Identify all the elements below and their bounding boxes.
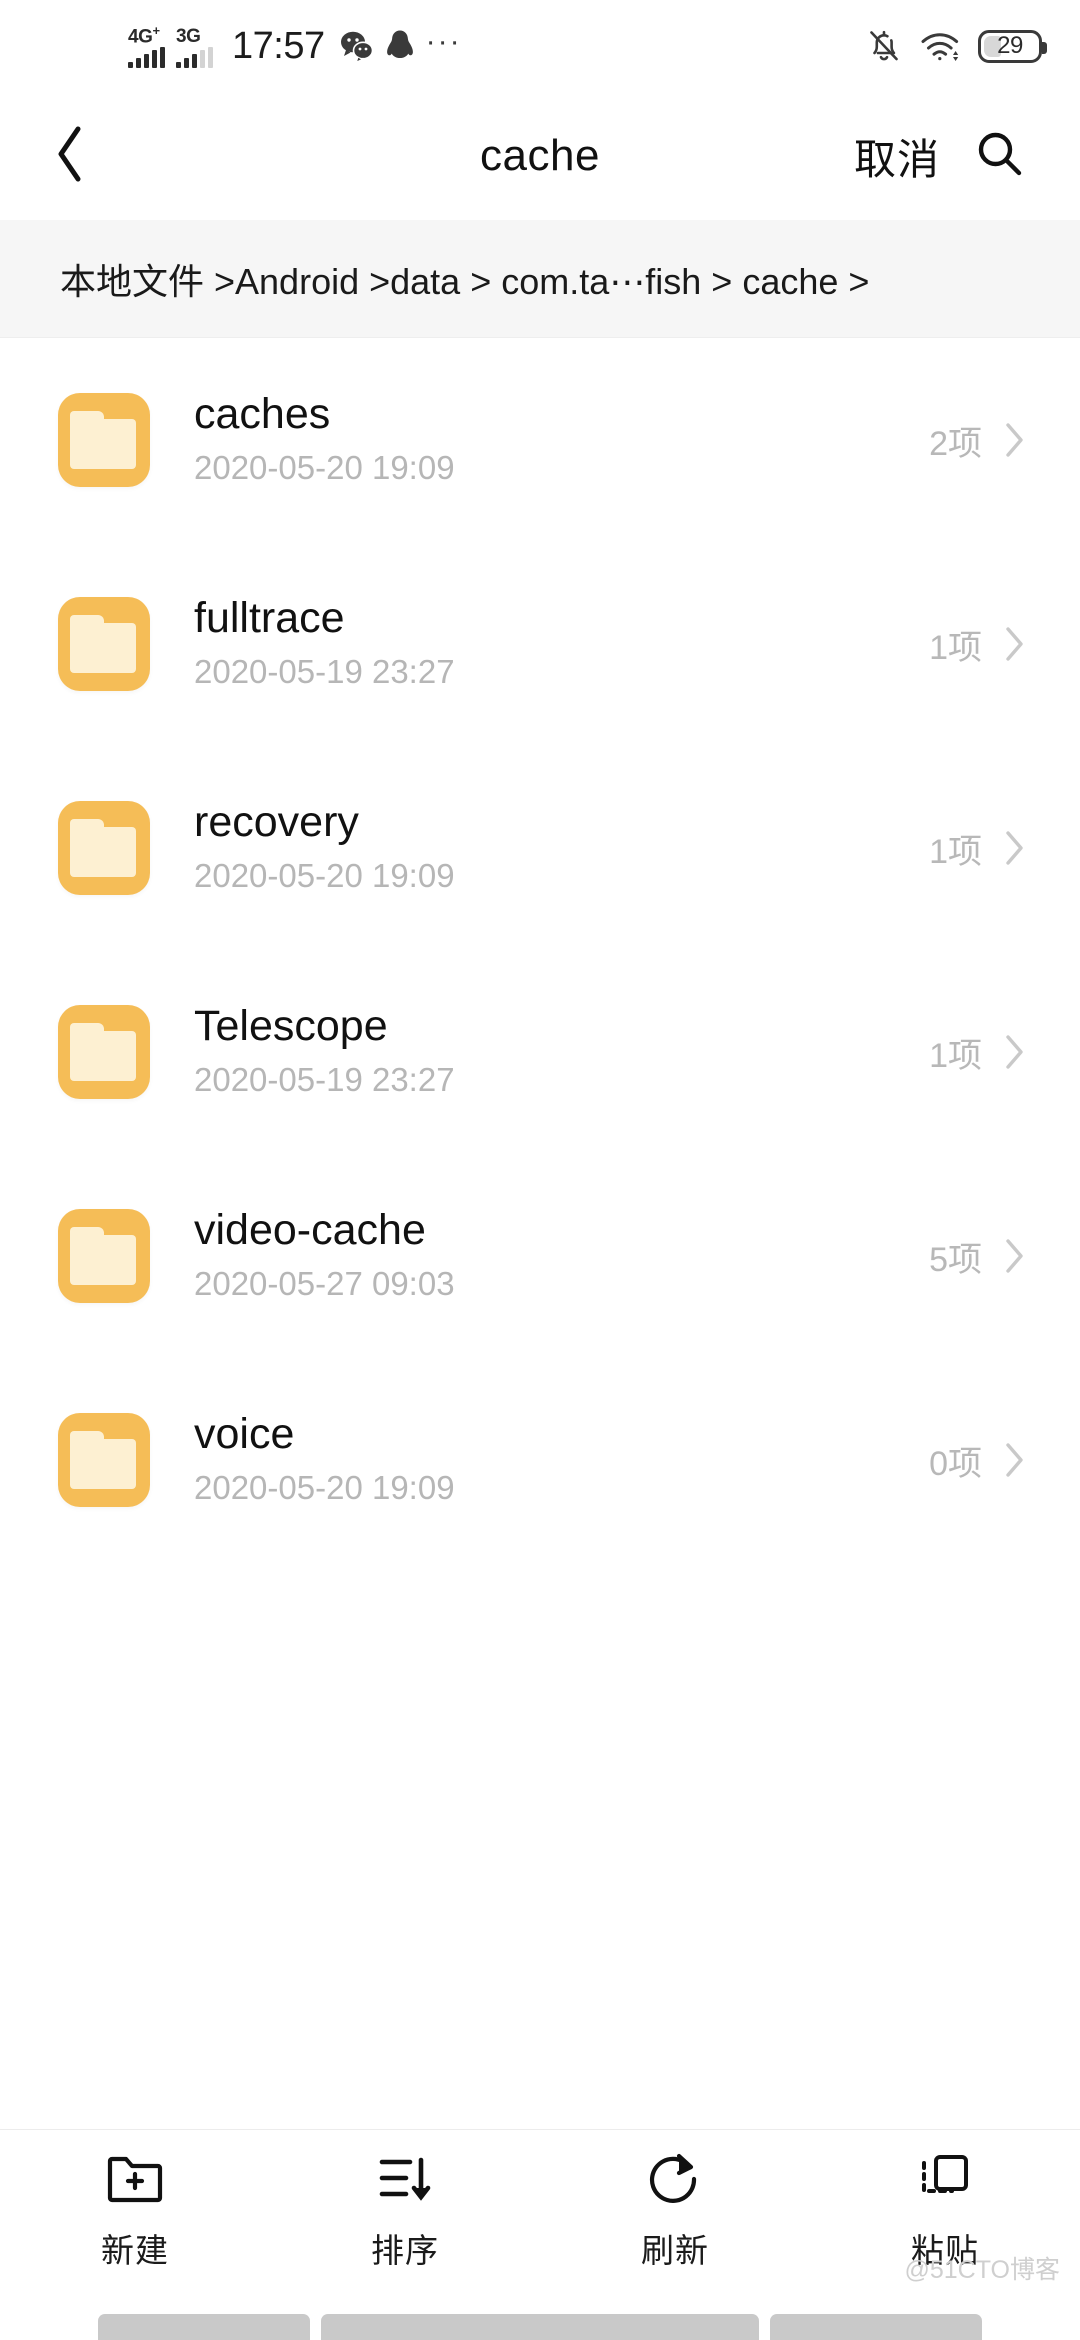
refresh-button[interactable]: 刷新: [540, 2148, 810, 2272]
folder-icon: [58, 597, 150, 691]
list-item-meta: 1项: [929, 620, 1026, 669]
refresh-icon: [646, 2148, 704, 2210]
table-row[interactable]: video-cache 2020-05-27 09:03 5项: [0, 1154, 1080, 1358]
battery-icon: 29: [978, 29, 1047, 63]
table-row[interactable]: voice 2020-05-20 19:09 0项: [0, 1358, 1080, 1562]
folder-item-count: 5项: [929, 1240, 982, 1279]
signal-4g-plus: +: [152, 22, 161, 38]
folder-item-count: 1项: [929, 832, 982, 871]
folder-item-count: 1项: [929, 628, 982, 667]
folder-name: voice: [194, 1410, 295, 1458]
folder-icon: [58, 1005, 150, 1099]
wechat-icon: [340, 29, 374, 63]
list-item-meta: 0项: [929, 1436, 1026, 1485]
signal-bars-secondary: [176, 47, 213, 68]
signal-4g-label: 4G: [128, 26, 153, 47]
signal-bars-primary: [128, 47, 165, 68]
new-folder-label: 新建: [101, 2232, 169, 2269]
folder-item-count: 1项: [929, 1036, 982, 1075]
battery-percent-label: 29: [997, 32, 1023, 59]
list-item-text: caches 2020-05-20 19:09: [150, 388, 929, 492]
chevron-right-icon: [1004, 1237, 1026, 1275]
list-item-text: voice 2020-05-20 19:09: [150, 1408, 929, 1512]
header-actions: 取消: [854, 126, 1080, 187]
list-item-meta: 1项: [929, 1028, 1026, 1077]
folder-name: recovery: [194, 798, 359, 846]
list-item-text: fulltrace 2020-05-19 23:27: [150, 592, 929, 696]
status-bar-left: 4G+ 3G 17:57 ···: [128, 22, 462, 68]
status-bar-clock: 17:57: [232, 24, 325, 67]
folder-date: 2020-05-20 19:09: [194, 857, 455, 894]
nav-home-pill[interactable]: [321, 2314, 759, 2340]
more-dots-icon: ···: [425, 25, 462, 58]
table-row[interactable]: Telescope 2020-05-19 23:27 1项: [0, 950, 1080, 1154]
qq-icon: [385, 29, 415, 63]
folder-icon: [58, 1413, 150, 1507]
breadcrumb-path: 本地文件 >Android >data > com.ta⋯fish > cach…: [60, 260, 870, 302]
list-item-meta: 1项: [929, 824, 1026, 873]
chevron-right-icon: [1004, 829, 1026, 867]
chevron-right-icon: [1004, 1033, 1026, 1071]
folder-plus-icon: [105, 2148, 165, 2210]
folder-name: fulltrace: [194, 594, 345, 642]
bell-muted-icon: [866, 27, 902, 65]
search-icon[interactable]: [974, 128, 1026, 185]
sort-descending-icon: [376, 2148, 434, 2210]
folder-date: 2020-05-20 19:09: [194, 1469, 455, 1506]
back-chevron-icon: [49, 123, 91, 190]
wifi-icon: [919, 29, 961, 63]
list-item-text: video-cache 2020-05-27 09:03: [150, 1204, 929, 1308]
breadcrumb[interactable]: 本地文件 >Android >data > com.ta⋯fish > cach…: [0, 220, 1080, 338]
folder-icon: [58, 801, 150, 895]
folder-date: 2020-05-20 19:09: [194, 449, 455, 486]
watermark: @51CTO博客: [904, 2256, 1060, 2284]
folder-item-count: 2项: [929, 424, 982, 463]
folder-date: 2020-05-19 23:27: [194, 653, 455, 690]
status-bar-right: 29: [866, 27, 1047, 65]
cancel-button[interactable]: 取消: [854, 126, 940, 187]
table-row[interactable]: fulltrace 2020-05-19 23:27 1项: [0, 542, 1080, 746]
folder-date: 2020-05-27 09:03: [194, 1265, 455, 1302]
table-row[interactable]: caches 2020-05-20 19:09 2项: [0, 338, 1080, 542]
folder-item-count: 0项: [929, 1444, 982, 1483]
refresh-label: 刷新: [641, 2232, 709, 2269]
folder-icon: [58, 1209, 150, 1303]
chevron-right-icon: [1004, 1441, 1026, 1479]
app-header: cache 取消: [0, 92, 1080, 220]
list-item-meta: 5项: [929, 1232, 1026, 1281]
folder-name: caches: [194, 390, 331, 438]
folder-icon: [58, 393, 150, 487]
android-nav-bar: [0, 2290, 1080, 2340]
back-button[interactable]: [0, 92, 140, 220]
table-row[interactable]: recovery 2020-05-20 19:09 1项: [0, 746, 1080, 950]
paste-icon: [916, 2148, 974, 2210]
status-bar: 4G+ 3G 17:57 ··· 29: [0, 0, 1080, 92]
folder-name: Telescope: [194, 1002, 388, 1050]
folder-date: 2020-05-19 23:27: [194, 1061, 455, 1098]
file-list: caches 2020-05-20 19:09 2项 fulltrace 202…: [0, 338, 1080, 1562]
list-item-text: Telescope 2020-05-19 23:27: [150, 1000, 929, 1104]
nav-recents-pill[interactable]: [770, 2314, 982, 2340]
nav-back-pill[interactable]: [98, 2314, 310, 2340]
sort-label: 排序: [371, 2232, 439, 2269]
sort-button[interactable]: 排序: [270, 2148, 540, 2272]
signal-3g-icon: 3G: [176, 24, 213, 68]
folder-name: video-cache: [194, 1206, 426, 1254]
list-item-meta: 2项: [929, 416, 1026, 465]
new-folder-button[interactable]: 新建: [0, 2148, 270, 2272]
signal-3g-label: 3G: [176, 26, 201, 47]
signal-4g-icon: 4G+: [128, 22, 165, 68]
chevron-right-icon: [1004, 421, 1026, 459]
list-item-text: recovery 2020-05-20 19:09: [150, 796, 929, 900]
chevron-right-icon: [1004, 625, 1026, 663]
